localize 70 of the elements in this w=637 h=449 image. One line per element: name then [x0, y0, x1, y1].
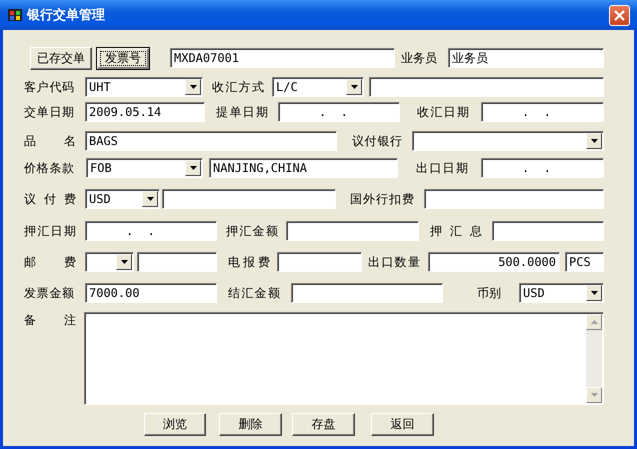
field-label: 邮 费	[24, 254, 76, 271]
dropdown-field[interactable]	[412, 131, 604, 151]
number-field[interactable]: 500.0000	[428, 252, 560, 272]
field-label: 收汇方式	[212, 79, 264, 96]
text-field[interactable]: BAGS	[85, 131, 337, 151]
caret-icon	[190, 166, 196, 170]
text-field[interactable]: 7000.00	[85, 283, 217, 303]
text-field[interactable]: NANJING,CHINA	[209, 158, 398, 178]
field-label: 押 汇 息	[430, 223, 482, 240]
field-label: 议付银行	[352, 133, 402, 150]
down-arrow-icon	[590, 393, 598, 397]
caret-icon	[350, 85, 358, 89]
caret-icon	[120, 260, 128, 264]
text-field[interactable]: 业务员	[448, 48, 604, 68]
text-field[interactable]	[277, 252, 362, 272]
close-icon	[614, 10, 625, 20]
dropdown-field[interactable]	[85, 252, 134, 272]
dropdown-field[interactable]: L/C	[272, 77, 364, 97]
date-field[interactable]: . .	[278, 102, 400, 122]
field-label: 提单日期	[216, 104, 268, 121]
form-button[interactable]: 发票号	[96, 46, 150, 70]
field-label: 价格条款	[24, 160, 74, 177]
up-arrow-icon	[590, 320, 598, 324]
field-label: 押汇日期	[24, 223, 76, 240]
text-field[interactable]: MXDA07001	[170, 48, 395, 68]
form-button[interactable]: 已存交单	[30, 46, 92, 70]
dropdown-field[interactable]: USD	[85, 189, 160, 209]
text-field[interactable]: PCS	[565, 252, 604, 272]
text-field[interactable]	[162, 189, 336, 209]
app-icon	[7, 7, 23, 23]
text-field[interactable]	[291, 283, 443, 303]
close-button[interactable]	[609, 4, 630, 26]
form-button[interactable]: 删除	[219, 412, 282, 436]
dropdown-field[interactable]: UHT	[85, 77, 203, 97]
form-button[interactable]: 返回	[371, 412, 434, 436]
field-label: 交单日期	[24, 104, 74, 121]
caret-icon	[590, 291, 598, 295]
date-field[interactable]: . .	[85, 221, 217, 241]
dropdown-field[interactable]: USD	[519, 283, 604, 303]
field-label: 国外行扣费	[350, 191, 414, 208]
field-label: 结汇金额	[228, 285, 280, 302]
date-field[interactable]: . .	[481, 158, 604, 178]
field-label: 收汇日期	[417, 104, 469, 121]
field-label: 电报费	[228, 254, 270, 271]
field-label: 议 付 费	[24, 191, 76, 208]
field-label: 出口数量	[368, 254, 420, 271]
dropdown-field[interactable]: FOB	[86, 158, 203, 178]
text-field[interactable]: 2009.05.14	[85, 102, 205, 122]
window-title: 银行交单管理	[27, 6, 106, 24]
field-label: 发票金额	[24, 285, 74, 302]
form-button[interactable]: 浏览	[144, 412, 206, 436]
date-field[interactable]: . .	[481, 102, 604, 122]
caret-icon	[590, 139, 598, 143]
field-label: 押汇金额	[226, 223, 278, 240]
caret-icon	[190, 85, 196, 89]
caret-icon	[146, 197, 154, 201]
notes-field[interactable]	[84, 312, 604, 405]
field-label: 品 名	[24, 133, 76, 150]
text-field[interactable]	[369, 77, 604, 97]
scrollbar[interactable]	[586, 314, 602, 403]
form-button[interactable]: 存盘	[292, 412, 355, 436]
text-field[interactable]	[492, 221, 604, 241]
field-label: 币别	[477, 285, 501, 302]
text-field[interactable]	[286, 221, 419, 241]
text-field[interactable]	[424, 189, 604, 209]
field-label: 客户代码	[24, 79, 74, 96]
field-label: 业务员	[401, 50, 437, 67]
field-label: 出口日期	[416, 160, 468, 177]
field-label: 备 注	[24, 312, 76, 328]
text-field[interactable]	[137, 252, 217, 272]
